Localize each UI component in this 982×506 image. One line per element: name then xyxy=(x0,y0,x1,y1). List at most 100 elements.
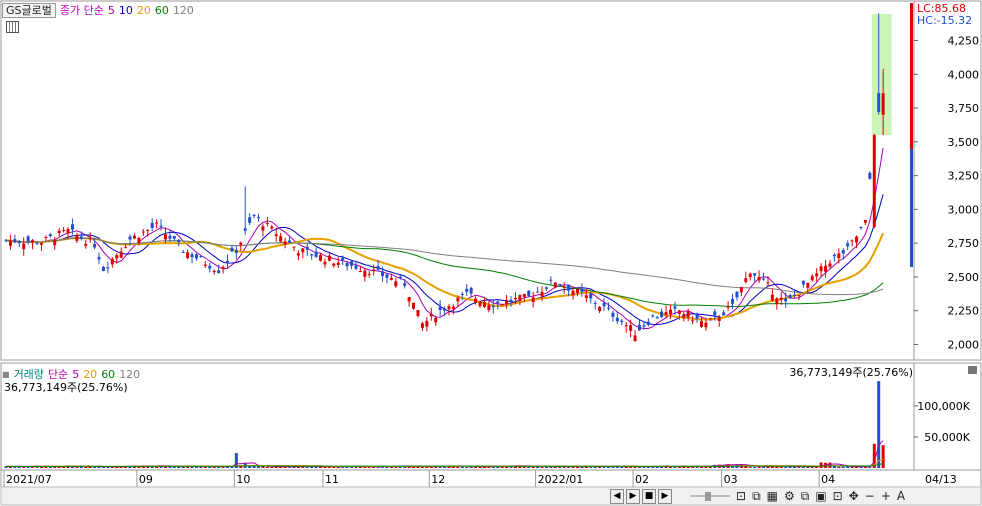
candle-body xyxy=(177,239,181,242)
settings-icon[interactable]: ⚙ xyxy=(784,489,795,504)
price-ma-label: 종가 단순 xyxy=(59,4,104,17)
zoom-icon[interactable]: ⊡ xyxy=(833,489,843,504)
highlight-box xyxy=(871,14,892,136)
volume-bar xyxy=(93,467,97,468)
candle-body xyxy=(443,308,447,311)
volume-bar xyxy=(465,467,469,468)
volume-tick-label: 50,000K xyxy=(924,431,970,444)
scroll-thumb[interactable] xyxy=(705,492,711,501)
candle-body xyxy=(438,306,442,311)
grid-view-icon[interactable]: ▦ xyxy=(767,489,778,504)
candle-body xyxy=(544,287,548,289)
candle-body xyxy=(150,222,154,228)
volume-bar xyxy=(677,466,681,468)
candle-body xyxy=(62,230,66,232)
compare-icon[interactable]: ⧉ xyxy=(801,489,810,504)
price-tick-label: 4,000 xyxy=(948,68,980,81)
volume-bar xyxy=(810,467,814,468)
ma-20: 20 xyxy=(136,3,151,17)
candle-body xyxy=(336,262,340,265)
candle-body xyxy=(341,257,345,260)
volume-bar xyxy=(602,466,606,468)
panel-menu-icon[interactable] xyxy=(968,366,977,374)
candle-body xyxy=(460,293,464,295)
candle-body xyxy=(35,243,39,245)
candle-body xyxy=(770,294,774,301)
candle-body xyxy=(230,247,234,252)
candle-body xyxy=(4,239,8,241)
copy-icon[interactable]: ⧉ xyxy=(752,489,761,504)
volume-bar xyxy=(367,467,371,468)
candle-body xyxy=(540,291,544,297)
candle-body xyxy=(859,226,863,229)
volume-bar xyxy=(75,466,79,468)
candle-body xyxy=(429,313,433,317)
fast-forward-icon[interactable]: ▶ xyxy=(658,489,672,504)
step-back-icon[interactable]: ◀ xyxy=(610,489,624,504)
candle-body xyxy=(717,317,721,321)
candle-body xyxy=(598,306,602,312)
candle-body xyxy=(580,288,584,293)
candle-body xyxy=(288,240,292,243)
zoom-in-icon[interactable]: + xyxy=(881,489,891,504)
candle-body xyxy=(549,279,553,281)
candle-body xyxy=(660,311,664,318)
candle-body xyxy=(345,262,349,267)
candle-body xyxy=(70,224,74,230)
lock-icon[interactable]: ▣ xyxy=(815,489,826,504)
candle-body xyxy=(496,301,500,304)
stop-icon[interactable]: ■ xyxy=(642,489,656,504)
candle-body xyxy=(252,214,256,216)
lc-bar xyxy=(910,3,913,149)
price-tick-label: 2,250 xyxy=(948,305,980,318)
candle-body xyxy=(518,295,522,301)
candle-body xyxy=(261,226,265,231)
candle-body xyxy=(664,312,668,316)
candle-body xyxy=(868,173,872,179)
candle-body xyxy=(527,290,531,296)
zoom-out-icon[interactable]: − xyxy=(865,489,875,504)
candle-body xyxy=(509,299,513,302)
fit-icon[interactable]: ⊡ xyxy=(736,489,746,504)
candle-body xyxy=(669,309,672,315)
ma-60: 60 xyxy=(154,3,169,17)
candle-body xyxy=(22,243,26,250)
volume-bar xyxy=(248,466,252,468)
price-tick-label: 2,500 xyxy=(948,271,980,284)
candle-body xyxy=(279,236,283,242)
volume-bar xyxy=(881,445,885,468)
candle-body xyxy=(762,278,766,280)
candle-body xyxy=(199,255,203,257)
candle-body xyxy=(841,250,845,254)
x-tick-label: 04 xyxy=(821,473,835,486)
candle-body xyxy=(611,312,615,317)
table-icon[interactable] xyxy=(6,21,19,33)
candle-body xyxy=(753,273,757,276)
hc-bar xyxy=(910,149,913,267)
candle-body xyxy=(797,295,801,297)
candle-body xyxy=(412,302,416,309)
x-tick-label: 03 xyxy=(724,473,738,486)
candle-body xyxy=(722,312,726,316)
candle-body xyxy=(602,303,606,307)
candle-body xyxy=(828,263,832,267)
candle-body xyxy=(239,242,243,245)
candle-body xyxy=(119,251,123,258)
volume-bar xyxy=(801,466,805,468)
volume-bar xyxy=(620,466,624,468)
volume-bar xyxy=(438,466,442,468)
play-icon[interactable]: ▶ xyxy=(626,489,640,504)
volume-bar xyxy=(748,467,752,468)
candle-body xyxy=(128,236,132,240)
candle-body xyxy=(872,135,876,227)
symbol-label[interactable]: GS글로벌 xyxy=(2,2,56,18)
candle-body xyxy=(141,231,145,233)
candle-body xyxy=(491,306,495,308)
font-size-icon[interactable]: A xyxy=(897,489,905,504)
candle-body xyxy=(531,297,535,303)
candle-body xyxy=(168,235,172,239)
candle-body xyxy=(305,246,309,250)
candle-body xyxy=(806,282,810,288)
candle-body xyxy=(482,302,486,307)
drag-icon[interactable]: ✥ xyxy=(849,489,859,504)
